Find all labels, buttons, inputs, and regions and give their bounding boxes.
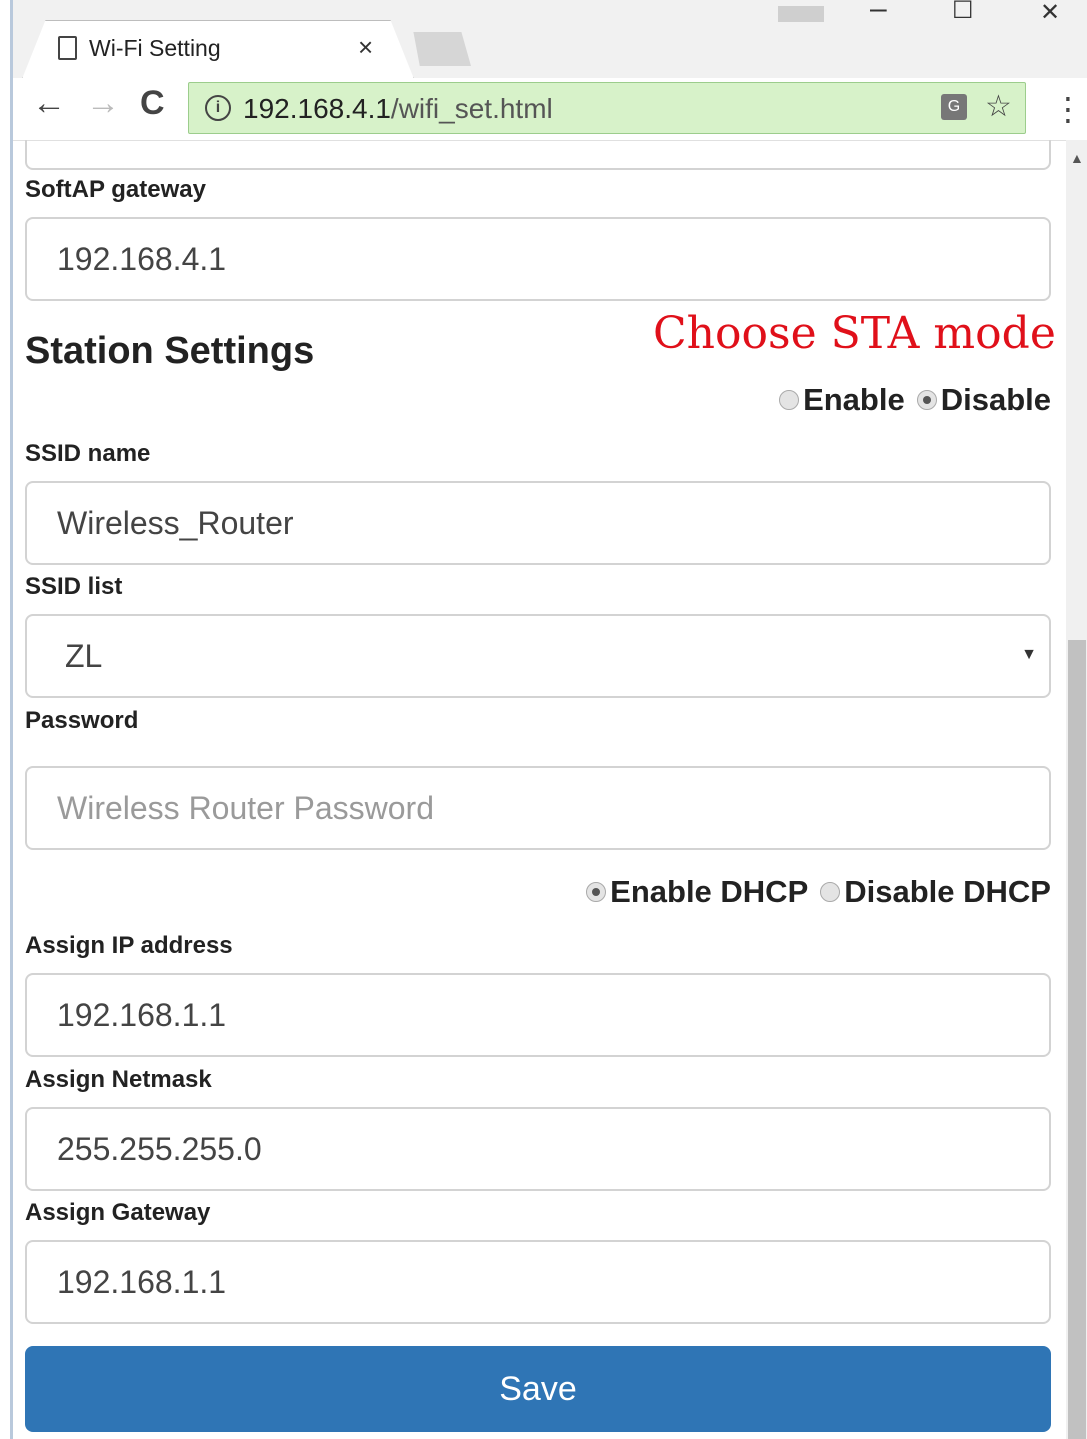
ssid-name-label: SSID name [25, 440, 151, 467]
window-profile-icon [778, 6, 824, 22]
translate-icon[interactable]: G [941, 94, 967, 120]
ssid-name-value: Wireless_Router [57, 505, 294, 541]
assign-ip-label: Assign IP address [25, 932, 233, 959]
url-host: 192.168.4.1 [243, 93, 391, 124]
scrollbar-thumb[interactable] [1068, 640, 1086, 1439]
assign-ip-value: 192.168.1.1 [57, 997, 227, 1033]
previous-field-partial[interactable] [25, 140, 1051, 170]
dhcp-enable-radio[interactable] [586, 882, 607, 902]
assign-gateway-value: 192.168.1.1 [57, 1264, 227, 1300]
password-label: Password [25, 707, 139, 734]
save-button[interactable]: Save [25, 1346, 1051, 1432]
tab-title: Wi-Fi Setting [89, 34, 221, 61]
ssid-list-select[interactable]: ZL ▼ [25, 614, 1051, 698]
minimize-icon[interactable]: – [870, 0, 887, 26]
maximize-icon[interactable]: ☐ [952, 0, 974, 25]
page-content: SoftAP gateway 192.168.4.1 Station Setti… [13, 140, 1066, 1439]
sta-mode-radio-group: Enable Disable [773, 382, 1051, 418]
ssid-list-value: ZL [65, 638, 103, 674]
assign-netmask-input[interactable]: 255.255.255.0 [25, 1107, 1051, 1191]
reload-icon[interactable]: C [140, 84, 165, 123]
browser-menu-icon[interactable]: ⋮ [1052, 90, 1084, 128]
password-placeholder: Wireless Router Password [57, 790, 434, 826]
assign-ip-input[interactable]: 192.168.1.1 [25, 973, 1051, 1057]
sta-disable-radio[interactable] [916, 390, 937, 410]
tab-close-icon[interactable]: × [358, 32, 373, 63]
assign-gateway-input[interactable]: 192.168.1.1 [25, 1240, 1051, 1324]
url-text[interactable]: 192.168.4.1/wifi_set.html [243, 93, 553, 125]
sta-disable-label: Disable [940, 382, 1051, 417]
assign-netmask-label: Assign Netmask [25, 1066, 212, 1093]
chevron-down-icon: ▼ [1021, 646, 1037, 663]
ssid-list-label: SSID list [25, 573, 123, 600]
info-icon[interactable]: i [205, 95, 231, 121]
softap-gateway-input[interactable]: 192.168.4.1 [25, 217, 1051, 301]
page-icon [58, 36, 77, 60]
dhcp-enable-label: Enable DHCP [610, 874, 809, 909]
address-bar[interactable]: i 192.168.4.1/wifi_set.html G ☆ [188, 82, 1026, 134]
dhcp-radio-group: Enable DHCP Disable DHCP [580, 874, 1051, 910]
back-icon[interactable]: ← [32, 84, 66, 123]
tab-content: Wi-Fi Setting [58, 20, 398, 76]
url-path: /wifi_set.html [390, 93, 553, 124]
dhcp-disable-label: Disable DHCP [844, 874, 1051, 909]
softap-gateway-value: 192.168.4.1 [57, 241, 227, 277]
close-window-icon[interactable]: ✕ [1040, 0, 1060, 27]
sta-enable-radio[interactable] [779, 390, 800, 410]
scroll-up-icon[interactable]: ▲ [1070, 150, 1084, 166]
station-settings-heading: Station Settings [25, 330, 315, 372]
assign-netmask-value: 255.255.255.0 [57, 1131, 262, 1167]
sta-enable-label: Enable [803, 382, 905, 417]
dhcp-disable-radio[interactable] [820, 882, 841, 902]
password-input[interactable]: Wireless Router Password [25, 766, 1051, 850]
softap-gateway-label: SoftAP gateway [25, 176, 206, 203]
forward-icon[interactable]: → [86, 84, 120, 123]
ssid-name-input[interactable]: Wireless_Router [25, 481, 1051, 565]
bookmark-star-icon[interactable]: ☆ [985, 89, 1012, 124]
sta-mode-annotation: Choose STA mode [653, 308, 1056, 359]
assign-gateway-label: Assign Gateway [25, 1199, 211, 1226]
